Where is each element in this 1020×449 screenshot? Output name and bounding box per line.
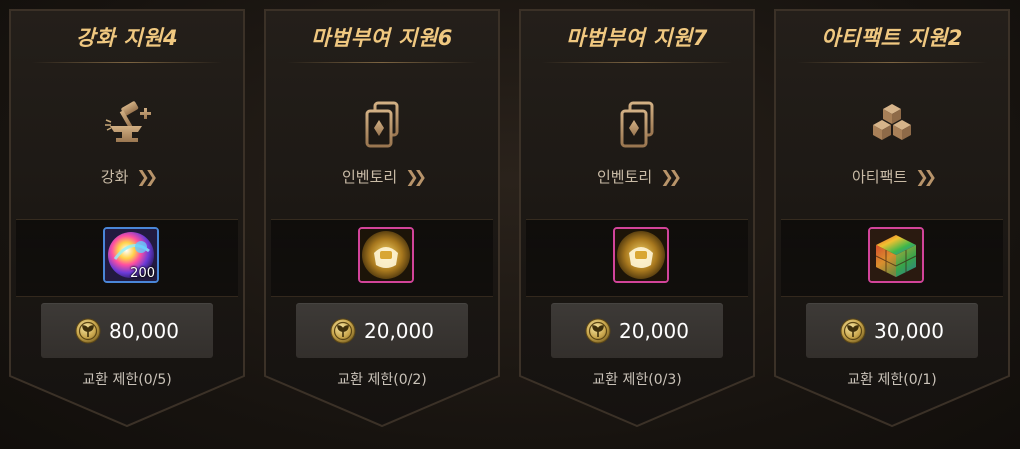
price-amount: 20,000 xyxy=(619,318,689,343)
card-title: 강화 지원4 xyxy=(75,26,179,50)
category-label: 아티팩트 xyxy=(851,168,908,186)
leaf-coin-icon xyxy=(585,318,611,343)
price-amount: 20,000 xyxy=(364,318,434,343)
title-divider xyxy=(542,62,732,63)
cards-icon xyxy=(620,101,654,148)
category-label: 인벤토리 xyxy=(341,168,398,186)
card-title: 마법부여 지원6 xyxy=(311,26,453,50)
exchange-limit: 교환 제한(0/1) xyxy=(847,372,937,388)
category-link-artifact[interactable]: 아티팩트 ❯❯ xyxy=(773,166,1011,187)
exchange-limit: 교환 제한(0/5) xyxy=(82,372,172,388)
category-link-gangwha[interactable]: 강화 ❯❯ xyxy=(8,166,246,187)
title-divider xyxy=(32,62,222,63)
exchange-price-button[interactable]: 20,000 xyxy=(296,303,468,358)
item-slot[interactable] xyxy=(868,227,924,283)
golden-pouch-icon xyxy=(615,229,667,281)
card-title: 아티팩트 지원2 xyxy=(821,26,963,50)
category-label: 강화 xyxy=(100,168,129,186)
double-chevron-right-icon: ❯❯ xyxy=(915,167,937,186)
card-enchant-support-6: 마법부여 지원6 인벤토리 ❯❯ 20,000 교환 제한(0/2) xyxy=(263,8,501,428)
card-frame xyxy=(519,9,755,428)
exchange-limit: 교환 제한(0/3) xyxy=(592,372,682,388)
title-divider xyxy=(287,62,477,63)
double-chevron-right-icon: ❯❯ xyxy=(136,167,158,186)
artifact-cubes-icon xyxy=(873,104,911,140)
double-chevron-right-icon: ❯❯ xyxy=(660,167,682,186)
hammer-anvil-icon xyxy=(105,101,151,142)
leaf-coin-icon xyxy=(330,318,356,343)
card-frame xyxy=(264,9,500,428)
card-frame xyxy=(9,9,245,428)
card-frame xyxy=(774,9,1010,428)
category-label: 인벤토리 xyxy=(596,168,653,186)
card-enchant-support-7: 마법부여 지원7 인벤토리 ❯❯ 20,000 교환 제한(0/3) xyxy=(518,8,756,428)
exchange-price-button[interactable]: 80,000 xyxy=(41,303,213,358)
card-artifact-support-2: 아티팩트 지원2 아티팩트 ❯❯ 30,000 교환 제한(0/1) xyxy=(773,8,1011,428)
item-slot[interactable] xyxy=(613,227,669,283)
card-title: 마법부여 지원7 xyxy=(566,26,708,50)
price-amount: 30,000 xyxy=(874,318,944,343)
rainbow-cube-icon xyxy=(870,229,922,281)
golden-pouch-icon xyxy=(360,229,412,281)
title-divider xyxy=(797,62,987,63)
category-link-inventory[interactable]: 인벤토리 ❯❯ xyxy=(263,166,501,187)
exchange-price-button[interactable]: 20,000 xyxy=(551,303,723,358)
cards-icon xyxy=(365,101,399,148)
item-slot[interactable]: 200 xyxy=(103,227,159,283)
card-gangwha-support-4: 강화 지원4 강화 ❯❯ 200 80,000 교환 제한(0/5) xyxy=(8,8,246,428)
price-amount: 80,000 xyxy=(109,318,179,343)
exchange-price-button[interactable]: 30,000 xyxy=(806,303,978,358)
leaf-coin-icon xyxy=(840,318,866,343)
item-slot[interactable] xyxy=(358,227,414,283)
exchange-limit: 교환 제한(0/2) xyxy=(337,372,427,388)
leaf-coin-icon xyxy=(75,318,101,343)
category-link-inventory[interactable]: 인벤토리 ❯❯ xyxy=(518,166,756,187)
item-count: 200 xyxy=(130,266,155,281)
double-chevron-right-icon: ❯❯ xyxy=(405,167,427,186)
